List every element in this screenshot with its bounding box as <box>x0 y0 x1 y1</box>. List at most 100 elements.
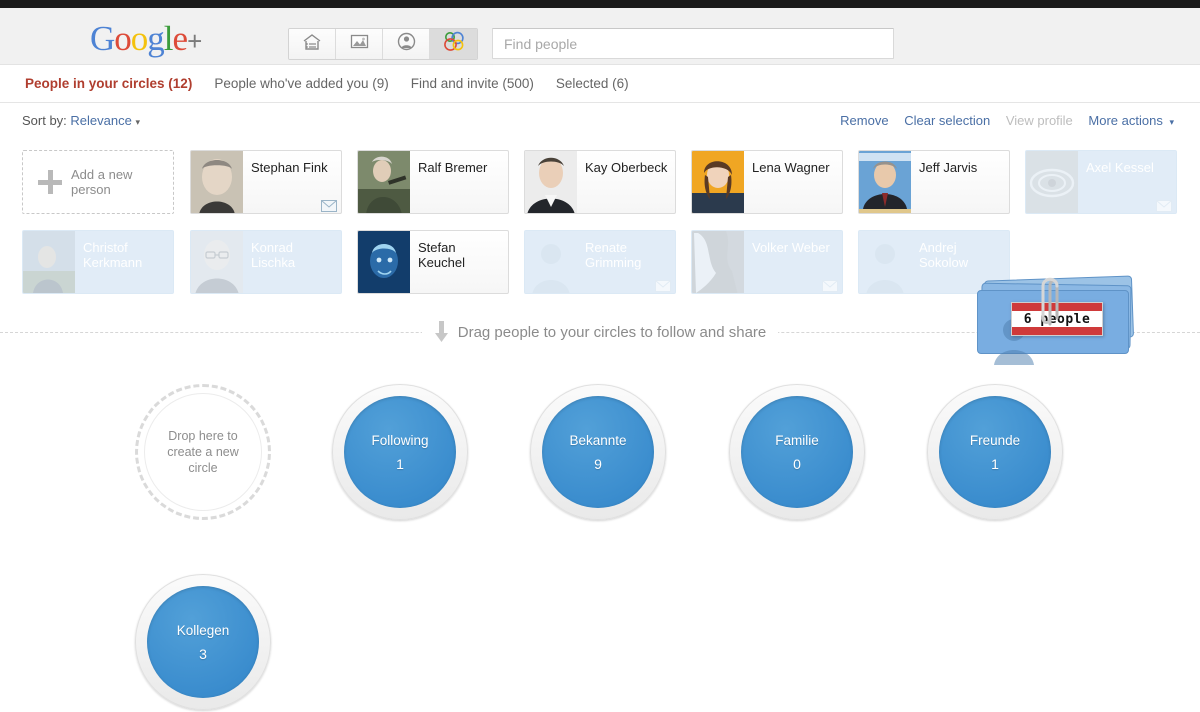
more-actions-chevron-down-icon: ▾ <box>1169 117 1174 127</box>
circle-freunde[interactable]: Freunde 1 <box>925 382 1065 522</box>
avatar <box>191 231 243 293</box>
person-card[interactable]: Axel Kessel <box>1025 150 1177 214</box>
new-circle-inner: Drop here to create a new circle <box>144 393 262 511</box>
envelope-icon[interactable] <box>1156 199 1172 212</box>
circle-count: 0 <box>793 455 801 472</box>
circles-area: Drop here to create a new circle Followi… <box>0 360 1200 710</box>
person-name: Stefan Keuchel <box>418 240 465 270</box>
badge-stripe-bottom <box>1012 327 1102 335</box>
circle-ring: Following 1 <box>332 384 468 520</box>
nav-button-photos[interactable] <box>336 29 383 59</box>
down-arrow-icon <box>434 321 449 343</box>
person-card[interactable]: Konrad Lischka <box>190 230 342 294</box>
person-card[interactable]: Jeff Jarvis <box>858 150 1010 214</box>
person-card[interactable]: Lena Wagner <box>691 150 843 214</box>
tab-selected[interactable]: Selected (6) <box>556 76 629 91</box>
avatar <box>1026 151 1078 213</box>
logo-letter-e: e <box>172 19 189 58</box>
circle-following[interactable]: Following 1 <box>330 382 470 522</box>
avatar <box>23 231 75 293</box>
drag-hint-text: Drag people to your circles to follow an… <box>457 323 767 341</box>
browser-chrome-strip <box>0 0 1200 8</box>
chevron-down-icon: ▾ <box>135 117 141 127</box>
person-card[interactable]: Volker Weber <box>691 230 843 294</box>
view-profile-button: View profile <box>1005 113 1073 128</box>
nav-button-circles[interactable] <box>430 29 477 59</box>
section-tabs: People in your circles (12) People who'v… <box>0 65 1200 103</box>
circle-inner: Kollegen 3 <box>147 586 259 698</box>
tab-people-in-your-circles[interactable]: People in your circles (12) <box>25 76 192 91</box>
avatar <box>191 151 243 213</box>
home-stream-icon <box>301 32 323 57</box>
avatar <box>859 231 911 293</box>
circle-name: Kollegen <box>176 622 230 638</box>
person-card[interactable]: Kay Oberbeck <box>524 150 676 214</box>
avatar <box>525 231 577 293</box>
person-name: Jeff Jarvis <box>919 160 978 175</box>
circle-name: Bekannte <box>569 432 627 448</box>
circle-familie[interactable]: Familie 0 <box>727 382 867 522</box>
circle-count: 3 <box>199 645 207 662</box>
nav-button-stream[interactable] <box>289 29 336 59</box>
circles-icon <box>441 31 467 57</box>
circle-name: Familie <box>775 432 819 448</box>
search-box[interactable] <box>492 28 894 59</box>
sort-value[interactable]: Relevance <box>70 113 131 128</box>
circle-inner: Following 1 <box>344 396 456 508</box>
selection-actions: Remove Clear selection View profile More… <box>828 113 1174 128</box>
avatar <box>525 151 577 213</box>
primary-nav-buttons <box>288 28 478 60</box>
circle-kollegen[interactable]: Kollegen 3 <box>133 572 273 712</box>
logo-letter-o1: o <box>114 19 131 58</box>
circle-name: Freunde <box>969 432 1021 448</box>
avatar <box>859 151 911 213</box>
google-plus-logo[interactable]: Google+ <box>90 21 202 59</box>
more-actions-button[interactable]: More actions <box>1088 113 1162 128</box>
circle-inner: Bekannte 9 <box>542 396 654 508</box>
add-person-label-line2: person <box>71 182 111 197</box>
tab-find-and-invite[interactable]: Find and invite (500) <box>411 76 534 91</box>
add-person-label-line1: Add a new <box>71 167 133 182</box>
new-circle-line2: create a new <box>167 445 239 459</box>
logo-letter-o2: o <box>130 19 148 58</box>
sort-label: Sort by: <box>22 113 67 128</box>
person-name: Christof Kerkmann <box>83 240 143 270</box>
envelope-icon[interactable] <box>321 199 337 212</box>
add-new-person-card[interactable]: Add a new person <box>22 150 174 214</box>
create-new-circle-dropzone[interactable]: Drop here to create a new circle <box>133 382 273 522</box>
person-name: Kay Oberbeck <box>585 160 668 175</box>
circle-ring: Bekannte 9 <box>530 384 666 520</box>
person-card[interactable]: Stephan Fink <box>190 150 342 214</box>
app-header: Google+ <box>0 8 1200 65</box>
person-card[interactable]: Christof Kerkmann <box>22 230 174 294</box>
profile-icon <box>396 31 417 57</box>
avatar <box>692 151 744 213</box>
sort-control[interactable]: Sort by: Relevance ▾ <box>22 113 140 128</box>
circle-name: Following <box>371 432 429 448</box>
remove-button[interactable]: Remove <box>840 113 888 128</box>
person-card[interactable]: Renate Grimming <box>524 230 676 294</box>
circle-bekannte[interactable]: Bekannte 9 <box>528 382 668 522</box>
circle-ring: Freunde 1 <box>927 384 1063 520</box>
logo-letter-g2: g <box>147 19 164 58</box>
circle-count: 1 <box>991 455 999 472</box>
plus-icon <box>37 169 63 195</box>
logo-letter-l: l <box>163 19 174 58</box>
tab-people-whove-added-you[interactable]: People who've added you (9) <box>214 76 388 91</box>
nav-button-profile[interactable] <box>383 29 430 59</box>
person-name: Lena Wagner <box>752 160 830 175</box>
circle-count: 9 <box>594 455 602 472</box>
circle-ring: Kollegen 3 <box>135 574 271 710</box>
logo-letter-g: G <box>90 19 115 58</box>
avatar <box>692 231 744 293</box>
clear-selection-button[interactable]: Clear selection <box>904 113 990 128</box>
envelope-icon[interactable] <box>822 279 838 292</box>
new-circle-line3: circle <box>188 461 218 475</box>
envelope-icon[interactable] <box>655 279 671 292</box>
paperclip-icon <box>1037 274 1063 328</box>
person-card[interactable]: Ralf Bremer <box>357 150 509 214</box>
person-card[interactable]: Stefan Keuchel <box>357 230 509 294</box>
circle-count: 1 <box>396 455 404 472</box>
drag-ghost-stack[interactable]: 6 people <box>975 274 1139 365</box>
search-input[interactable] <box>502 34 884 53</box>
